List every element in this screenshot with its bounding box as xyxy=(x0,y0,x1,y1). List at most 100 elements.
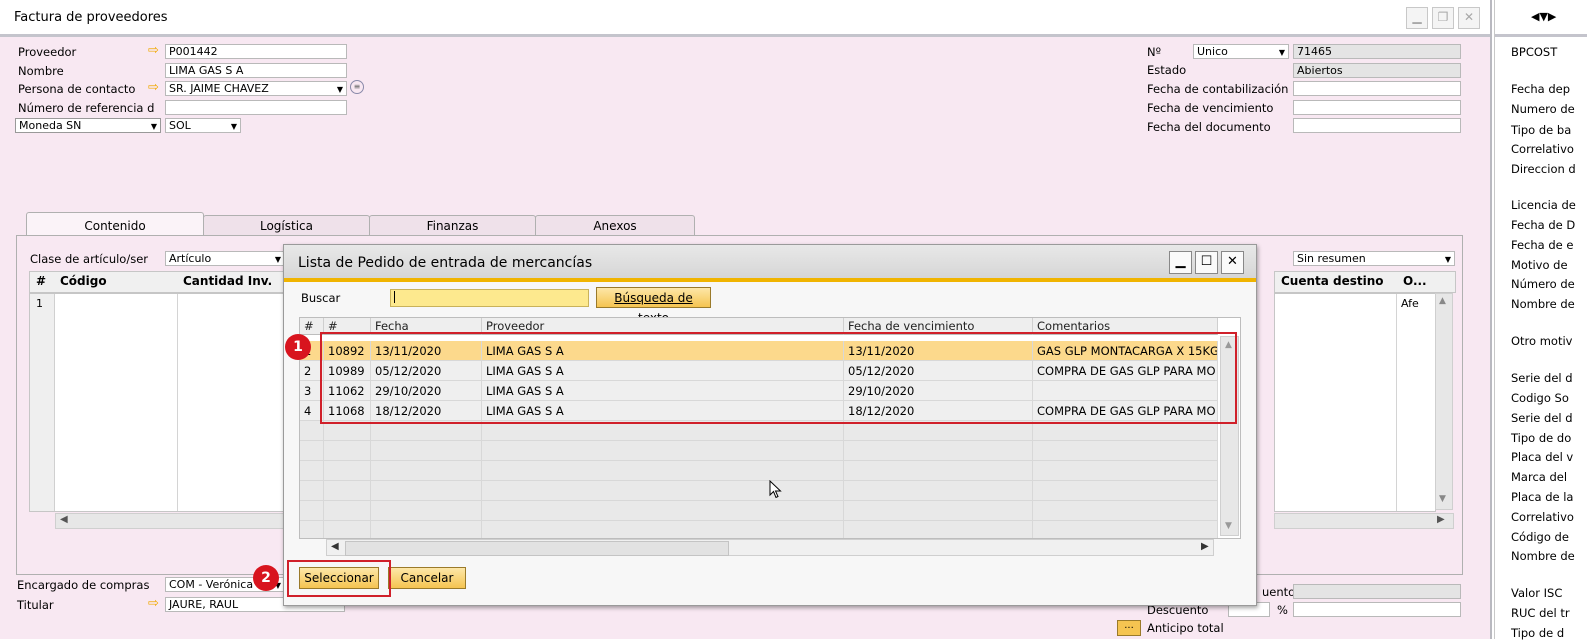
empty-cell xyxy=(300,481,324,501)
empty-cell xyxy=(482,521,844,538)
contacto-dropdown[interactable]: SR. JAIME CHAVEZ xyxy=(165,81,347,96)
close-icon[interactable]: ✕ xyxy=(1458,7,1480,29)
numero-field: 71465 xyxy=(1293,44,1461,59)
scroll-left-icon[interactable]: ◀ xyxy=(331,541,339,552)
empty-cell xyxy=(1033,501,1218,521)
nombre-field[interactable]: LIMA GAS S A xyxy=(165,63,347,78)
empty-cell xyxy=(844,421,1033,441)
maximize-icon[interactable]: ❐ xyxy=(1432,7,1454,29)
side-label: Codigo So xyxy=(1511,391,1569,405)
serie-dropdown[interactable]: Unico xyxy=(1193,44,1289,59)
grid-hscrollbar-right[interactable]: ▶ xyxy=(1274,513,1454,529)
side-label: Direccion d xyxy=(1511,162,1576,176)
resumen-dropdown[interactable]: Sin resumen xyxy=(1293,251,1455,266)
empty-cell xyxy=(371,521,482,538)
titular-label: Titular xyxy=(17,598,54,612)
scroll-right-icon[interactable]: ▶ xyxy=(1201,541,1209,552)
cancel-button[interactable]: Cancelar xyxy=(388,567,466,589)
contacto-label: Persona de contacto xyxy=(18,82,136,96)
minimize-icon[interactable]: ▁ xyxy=(1406,7,1428,29)
minimize-icon[interactable]: ▁ xyxy=(1169,251,1192,274)
annotation-badge-1: 1 xyxy=(285,334,311,360)
empty-cell xyxy=(300,441,324,461)
link-arrow-icon[interactable]: ⇨ xyxy=(148,43,159,58)
more-button[interactable]: ... xyxy=(1117,620,1141,636)
empty-cell xyxy=(324,441,371,461)
scroll-right-icon[interactable]: ▶ xyxy=(1437,514,1445,525)
moneda-dropdown[interactable]: SOL xyxy=(165,118,241,133)
tab-finanzas[interactable]: Finanzas xyxy=(369,215,536,236)
side-label: Otro motiv xyxy=(1511,334,1573,348)
scroll-down-icon[interactable]: ▼ xyxy=(1439,494,1446,504)
empty-row xyxy=(300,421,1218,441)
highlight-select-box xyxy=(287,560,391,597)
side-panel-titlebar: ◀▼▶ xyxy=(1495,0,1587,37)
empty-cell xyxy=(1033,421,1218,441)
contab-label: Fecha de contabilización xyxy=(1147,82,1289,96)
link-arrow-icon[interactable]: ⇨ xyxy=(148,596,159,611)
side-label: Numero de xyxy=(1511,102,1575,116)
clase-dropdown[interactable]: Artículo xyxy=(165,251,285,266)
maximize-icon[interactable]: ☐ xyxy=(1195,251,1218,274)
link-arrow-icon[interactable]: ⇨ xyxy=(148,80,159,95)
referencia-field[interactable] xyxy=(165,100,347,115)
proveedor-field[interactable]: P001442 xyxy=(165,44,347,59)
empty-cell xyxy=(482,501,844,521)
scroll-thumb[interactable] xyxy=(345,541,729,556)
scroll-left-icon[interactable]: ◀ xyxy=(60,514,68,525)
grid-hscrollbar[interactable]: ◀ xyxy=(55,513,291,529)
empty-cell xyxy=(482,461,844,481)
side-label: RUC del tr xyxy=(1511,606,1570,620)
venc-date-field[interactable] xyxy=(1293,100,1461,115)
total-antes-field xyxy=(1293,584,1461,599)
side-label: Nombre de xyxy=(1511,549,1575,563)
referencia-label: Número de referencia d xyxy=(18,101,155,115)
empty-cell xyxy=(1033,441,1218,461)
dialog-titlebar[interactable]: Lista de Pedido de entrada de mercancías… xyxy=(284,245,1256,282)
grid-col-num: # xyxy=(36,274,47,288)
grid-col-cuenta: Cuenta destino xyxy=(1281,274,1384,288)
empty-cell xyxy=(371,421,482,441)
empty-cell xyxy=(482,481,844,501)
mouse-cursor-icon xyxy=(769,480,782,499)
doc-date-field[interactable] xyxy=(1293,118,1461,133)
side-label: Placa de la xyxy=(1511,490,1574,504)
side-label: Fecha dep xyxy=(1511,82,1571,96)
scroll-down-icon[interactable]: ▼ xyxy=(1225,521,1232,531)
empty-cell xyxy=(300,521,324,538)
grid-col-cantidad: Cantidad Inv. xyxy=(183,274,273,288)
table-hscrollbar[interactable]: ◀ ▶ xyxy=(326,539,1214,556)
empty-cell xyxy=(371,461,482,481)
items-grid-header: # Código Cantidad Inv. xyxy=(29,271,293,293)
items-grid-body-right[interactable]: Afe xyxy=(1274,293,1436,512)
side-label: Número de xyxy=(1511,277,1575,291)
side-label: Licencia de xyxy=(1511,198,1576,212)
grid-row-header xyxy=(30,294,55,511)
moneda-sn-dropdown[interactable]: Moneda SN xyxy=(15,118,161,133)
side-label: Serie del d xyxy=(1511,371,1573,385)
estado-label: Estado xyxy=(1147,63,1187,77)
nav-arrows-icon[interactable]: ◀▼▶ xyxy=(1531,10,1556,23)
tab-contenido[interactable]: Contenido xyxy=(26,212,204,237)
contab-date-field[interactable] xyxy=(1293,81,1461,96)
window-titlebar[interactable]: Factura de proveedores ▁ ❐ ✕ xyxy=(0,0,1490,37)
empty-row xyxy=(300,461,1218,481)
descuento-partial-label: uento xyxy=(1262,585,1296,599)
grid-vscrollbar[interactable]: ▲ ▼ xyxy=(1435,293,1453,510)
side-label: Motivo de xyxy=(1511,258,1568,272)
side-label: Marca del xyxy=(1511,470,1568,484)
side-label: Correlativo xyxy=(1511,142,1574,156)
descuento-amount-field[interactable] xyxy=(1293,602,1461,617)
scroll-up-icon[interactable]: ▲ xyxy=(1439,296,1446,306)
empty-cell xyxy=(324,521,371,538)
list-icon[interactable]: ≡ xyxy=(350,80,364,94)
close-icon[interactable]: ✕ xyxy=(1221,251,1244,274)
text-search-button[interactable]: Búsqueda de texto xyxy=(596,287,711,325)
tab-logistica[interactable]: Logística xyxy=(203,215,370,236)
search-input[interactable] xyxy=(390,289,589,307)
items-grid-body[interactable]: 1 xyxy=(29,293,293,512)
side-label: Tipo de d xyxy=(1511,626,1565,640)
estado-field: Abiertos xyxy=(1293,63,1461,78)
empty-row xyxy=(300,521,1218,538)
tab-anexos[interactable]: Anexos xyxy=(535,215,695,236)
